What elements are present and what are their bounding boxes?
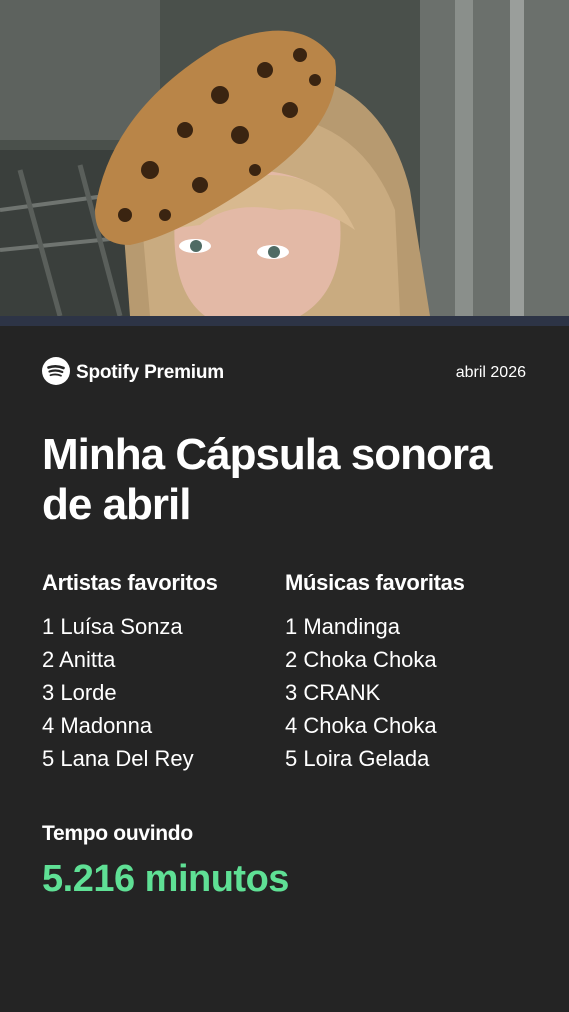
top-artists-heading: Artistas favoritos — [42, 570, 218, 595]
artist-item: 4 Madonna — [42, 713, 153, 738]
song-item: 5 Loira Gelada — [285, 746, 430, 771]
hero-photo — [0, 0, 569, 316]
brand-name: Spotify Premium — [76, 362, 224, 383]
song-item: 3 CRANK — [285, 680, 381, 705]
spotify-brand: Spotify Premium — [42, 356, 224, 390]
top-artists: Artistas favoritos 1 Luísa Sonza 2 Anitt… — [42, 570, 218, 775]
hero-divider — [0, 316, 569, 326]
listening-time-label: Tempo ouvindo — [42, 822, 193, 845]
song-item: 4 Choka Choka — [285, 713, 437, 738]
song-item: 1 Mandinga — [285, 614, 400, 639]
page-title: Minha Cápsula sonora de abril — [42, 430, 492, 529]
top-songs: Músicas favoritas 1 Mandinga 2 Choka Cho… — [285, 570, 465, 775]
song-item: 2 Choka Choka — [285, 647, 437, 672]
artist-item: 3 Lorde — [42, 680, 117, 705]
period-date: abril 2026 — [455, 364, 526, 381]
top-songs-list: 1 Mandinga 2 Choka Choka 3 CRANK 4 Choka… — [285, 610, 465, 775]
top-songs-heading: Músicas favoritas — [285, 570, 465, 595]
hero-photo-illustration — [0, 0, 569, 316]
artist-item: 1 Luísa Sonza — [42, 614, 183, 639]
spotify-logo-icon — [42, 356, 70, 390]
top-artists-list: 1 Luísa Sonza 2 Anitta 3 Lorde 4 Madonna… — [42, 610, 218, 775]
artist-item: 5 Lana Del Rey — [42, 746, 194, 771]
artist-item: 2 Anitta — [42, 647, 116, 672]
listening-time-value: 5.216 minutos — [42, 858, 289, 900]
